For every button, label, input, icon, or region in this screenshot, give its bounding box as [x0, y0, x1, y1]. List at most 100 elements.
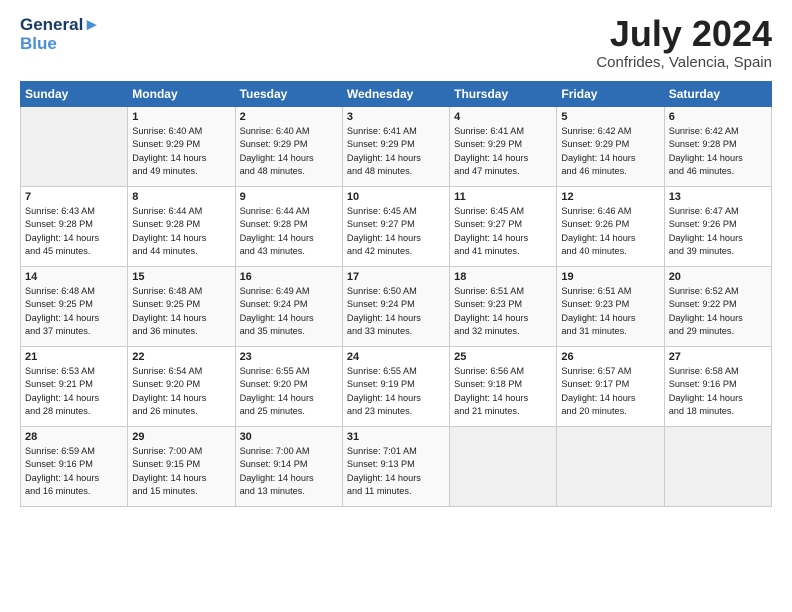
- day-number: 8: [132, 191, 230, 203]
- day-info: Sunrise: 6:50 AMSunset: 9:24 PMDaylight:…: [347, 285, 445, 338]
- day-number: 13: [669, 191, 767, 203]
- day-info: Sunrise: 6:41 AMSunset: 9:29 PMDaylight:…: [454, 125, 552, 178]
- day-info: Sunrise: 6:52 AMSunset: 9:22 PMDaylight:…: [669, 285, 767, 338]
- day-info: Sunrise: 6:51 AMSunset: 9:23 PMDaylight:…: [454, 285, 552, 338]
- calendar-cell: 23Sunrise: 6:55 AMSunset: 9:20 PMDayligh…: [235, 347, 342, 427]
- day-number: 28: [25, 431, 123, 443]
- weekday-header-tuesday: Tuesday: [235, 82, 342, 107]
- day-info: Sunrise: 6:56 AMSunset: 9:18 PMDaylight:…: [454, 365, 552, 418]
- day-number: 9: [240, 191, 338, 203]
- calendar-cell: 28Sunrise: 6:59 AMSunset: 9:16 PMDayligh…: [21, 427, 128, 507]
- day-info: Sunrise: 6:51 AMSunset: 9:23 PMDaylight:…: [561, 285, 659, 338]
- calendar-cell: 29 Sunrise: 7:00 AMSunset: 9:15 PMDayligh…: [128, 427, 235, 507]
- calendar-table: SundayMondayTuesdayWednesdayThursdayFrid…: [20, 81, 772, 507]
- day-info: Sunrise: 6:46 AMSunset: 9:26 PMDaylight:…: [561, 205, 659, 258]
- day-number: 30: [240, 431, 338, 443]
- day-info: Sunrise: 6:40 AMSunset: 9:29 PMDaylight:…: [240, 125, 338, 178]
- day-number: 15: [132, 271, 230, 283]
- day-number: 23: [240, 351, 338, 363]
- weekday-header-wednesday: Wednesday: [342, 82, 449, 107]
- day-number: 14: [25, 271, 123, 283]
- calendar-cell: 26 Sunrise: 6:57 AMSunset: 9:17 PMDayligh…: [557, 347, 664, 427]
- day-number: 16: [240, 271, 338, 283]
- month-title: July 2024: [596, 16, 772, 52]
- calendar-cell: [450, 427, 557, 507]
- day-number: 21: [25, 351, 123, 363]
- day-number: 5: [561, 111, 659, 123]
- day-info: Sunrise: 6:42 AMSunset: 9:29 PMDaylight:…: [561, 125, 659, 178]
- calendar-cell: 27 Sunrise: 6:58 AMSunset: 9:16 PMDayligh…: [664, 347, 771, 427]
- calendar-cell: 2 Sunrise: 6:40 AMSunset: 9:29 PMDaylight…: [235, 107, 342, 187]
- calendar-cell: 22 Sunrise: 6:54 AMSunset: 9:20 PMDayligh…: [128, 347, 235, 427]
- title-block: July 2024 Confrides, Valencia, Spain: [596, 16, 772, 71]
- day-number: 4: [454, 111, 552, 123]
- calendar-cell: 17 Sunrise: 6:50 AMSunset: 9:24 PMDayligh…: [342, 267, 449, 347]
- day-number: 31: [347, 431, 445, 443]
- weekday-header-friday: Friday: [557, 82, 664, 107]
- day-info: Sunrise: 6:48 AMSunset: 9:25 PMDaylight:…: [132, 285, 230, 338]
- weekday-header-monday: Monday: [128, 82, 235, 107]
- day-info: Sunrise: 6:44 AMSunset: 9:28 PMDaylight:…: [132, 205, 230, 258]
- day-info: Sunrise: 6:42 AMSunset: 9:28 PMDaylight:…: [669, 125, 767, 178]
- day-number: 17: [347, 271, 445, 283]
- calendar-cell: 24 Sunrise: 6:55 AMSunset: 9:19 PMDayligh…: [342, 347, 449, 427]
- day-number: 7: [25, 191, 123, 203]
- day-number: 20: [669, 271, 767, 283]
- header: General► Blue July 2024 Confrides, Valen…: [20, 16, 772, 71]
- calendar-cell: 9Sunrise: 6:44 AMSunset: 9:28 PMDaylight…: [235, 187, 342, 267]
- calendar-cell: 15 Sunrise: 6:48 AMSunset: 9:25 PMDayligh…: [128, 267, 235, 347]
- day-number: 12: [561, 191, 659, 203]
- calendar-cell: 14Sunrise: 6:48 AMSunset: 9:25 PMDayligh…: [21, 267, 128, 347]
- day-number: 26: [561, 351, 659, 363]
- day-number: 6: [669, 111, 767, 123]
- calendar-cell: 6 Sunrise: 6:42 AMSunset: 9:28 PMDaylight…: [664, 107, 771, 187]
- calendar-cell: 3 Sunrise: 6:41 AMSunset: 9:29 PMDaylight…: [342, 107, 449, 187]
- location-subtitle: Confrides, Valencia, Spain: [596, 54, 772, 71]
- day-number: 29: [132, 431, 230, 443]
- calendar-cell: [557, 427, 664, 507]
- day-info: Sunrise: 6:57 AMSunset: 9:17 PMDaylight:…: [561, 365, 659, 418]
- calendar-cell: [664, 427, 771, 507]
- day-info: Sunrise: 7:00 AMSunset: 9:15 PMDaylight:…: [132, 445, 230, 498]
- day-number: 27: [669, 351, 767, 363]
- calendar-cell: 10Sunrise: 6:45 AMSunset: 9:27 PMDayligh…: [342, 187, 449, 267]
- day-number: 22: [132, 351, 230, 363]
- day-info: Sunrise: 6:41 AMSunset: 9:29 PMDaylight:…: [347, 125, 445, 178]
- calendar-cell: 13 Sunrise: 6:47 AMSunset: 9:26 PMDayligh…: [664, 187, 771, 267]
- calendar-cell: 19 Sunrise: 6:51 AMSunset: 9:23 PMDayligh…: [557, 267, 664, 347]
- weekday-header-saturday: Saturday: [664, 82, 771, 107]
- day-info: Sunrise: 6:45 AMSunset: 9:27 PMDaylight:…: [347, 205, 445, 258]
- day-number: 25: [454, 351, 552, 363]
- calendar-cell: 7 Sunrise: 6:43 AMSunset: 9:28 PMDaylight…: [21, 187, 128, 267]
- day-info: Sunrise: 6:43 AMSunset: 9:28 PMDaylight:…: [25, 205, 123, 258]
- day-info: Sunrise: 6:53 AMSunset: 9:21 PMDaylight:…: [25, 365, 123, 418]
- calendar-cell: [21, 107, 128, 187]
- calendar-cell: 30 Sunrise: 7:00 AMSunset: 9:14 PMDayligh…: [235, 427, 342, 507]
- day-info: Sunrise: 7:00 AMSunset: 9:14 PMDaylight:…: [240, 445, 338, 498]
- calendar-cell: 12 Sunrise: 6:46 AMSunset: 9:26 PMDayligh…: [557, 187, 664, 267]
- day-info: Sunrise: 6:54 AMSunset: 9:20 PMDaylight:…: [132, 365, 230, 418]
- day-number: 24: [347, 351, 445, 363]
- calendar-cell: 18 Sunrise: 6:51 AMSunset: 9:23 PMDayligh…: [450, 267, 557, 347]
- day-info: Sunrise: 7:01 AMSunset: 9:13 PMDaylight:…: [347, 445, 445, 498]
- day-number: 11: [454, 191, 552, 203]
- day-info: Sunrise: 6:47 AMSunset: 9:26 PMDaylight:…: [669, 205, 767, 258]
- day-info: Sunrise: 6:45 AMSunset: 9:27 PMDaylight:…: [454, 205, 552, 258]
- day-info: Sunrise: 6:58 AMSunset: 9:16 PMDaylight:…: [669, 365, 767, 418]
- day-number: 3: [347, 111, 445, 123]
- day-number: 18: [454, 271, 552, 283]
- day-number: 2: [240, 111, 338, 123]
- calendar-cell: 25 Sunrise: 6:56 AMSunset: 9:18 PMDayligh…: [450, 347, 557, 427]
- calendar-cell: 11 Sunrise: 6:45 AMSunset: 9:27 PMDayligh…: [450, 187, 557, 267]
- day-info: Sunrise: 6:40 AMSunset: 9:29 PMDaylight:…: [132, 125, 230, 178]
- day-info: Sunrise: 6:49 AMSunset: 9:24 PMDaylight:…: [240, 285, 338, 338]
- calendar-cell: 20 Sunrise: 6:52 AMSunset: 9:22 PMDayligh…: [664, 267, 771, 347]
- calendar-cell: 8 Sunrise: 6:44 AMSunset: 9:28 PMDaylight…: [128, 187, 235, 267]
- logo: General► Blue: [20, 16, 100, 53]
- weekday-header-sunday: Sunday: [21, 82, 128, 107]
- day-number: 19: [561, 271, 659, 283]
- day-info: Sunrise: 6:55 AMSunset: 9:19 PMDaylight:…: [347, 365, 445, 418]
- weekday-header-thursday: Thursday: [450, 82, 557, 107]
- calendar-cell: 16 Sunrise: 6:49 AMSunset: 9:24 PMDayligh…: [235, 267, 342, 347]
- calendar-cell: 5 Sunrise: 6:42 AMSunset: 9:29 PMDaylight…: [557, 107, 664, 187]
